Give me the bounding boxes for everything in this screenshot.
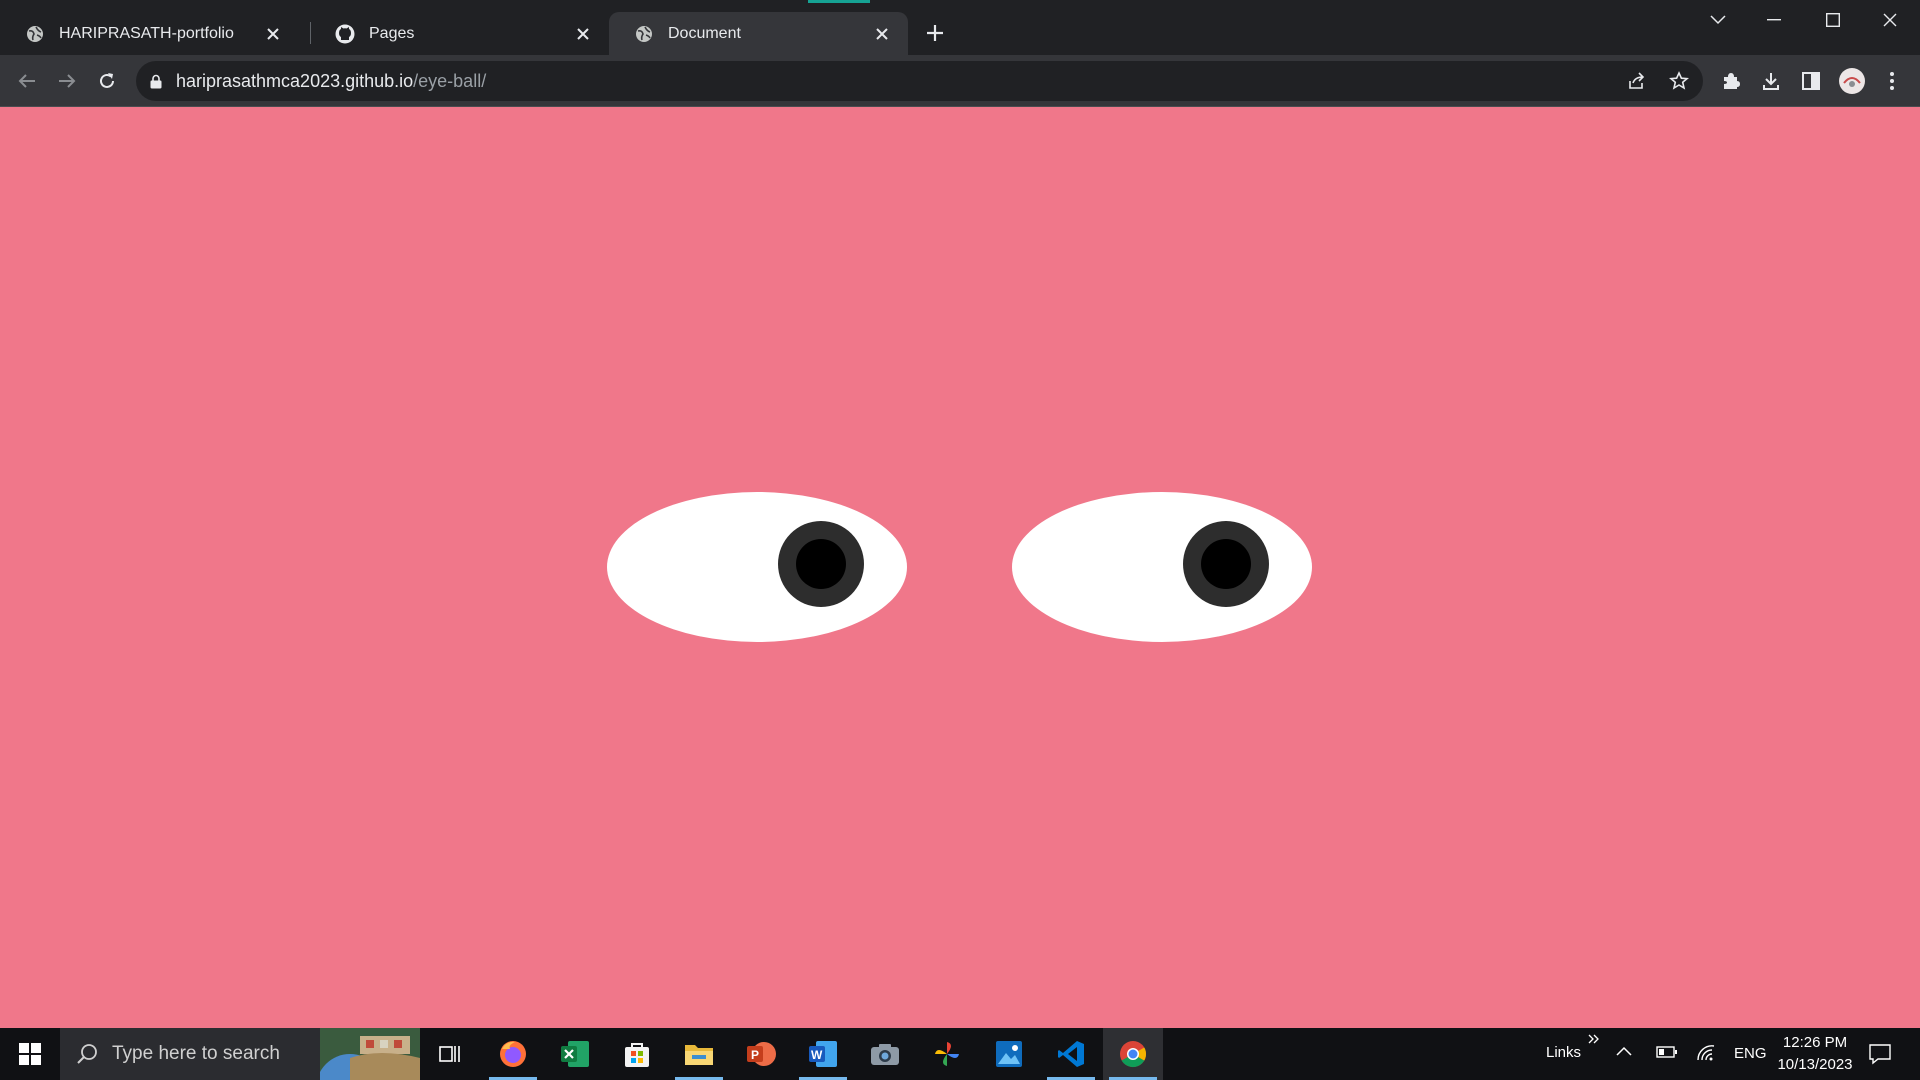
windows-start-icon[interactable]	[0, 1028, 60, 1080]
new-tab-button[interactable]	[920, 18, 950, 48]
extensions-icon[interactable]	[1714, 64, 1748, 98]
back-icon[interactable]	[10, 64, 44, 98]
right-pupil	[1201, 539, 1251, 589]
left-pupil	[796, 539, 846, 589]
powerpoint-icon[interactable]: P	[731, 1028, 791, 1080]
vscode-icon[interactable]	[1041, 1028, 1101, 1080]
lock-icon[interactable]	[150, 74, 162, 89]
show-hidden-icons-chevron-icon[interactable]	[1616, 1046, 1632, 1056]
forward-icon[interactable]	[50, 64, 84, 98]
browser-toolbar: hariprasathmca2023.github.io/eye-ball/	[0, 55, 1920, 106]
search-placeholder: Type here to search	[112, 1043, 280, 1064]
tab-pages[interactable]: Pages	[310, 12, 609, 55]
clock-date[interactable]: 10/13/2023	[1774, 1056, 1856, 1073]
page-viewport	[0, 107, 1920, 1028]
share-icon[interactable]	[1627, 71, 1647, 91]
svg-text:W: W	[811, 1048, 823, 1062]
battery-icon[interactable]	[1656, 1045, 1678, 1059]
links-expand-icon[interactable]	[1588, 1034, 1600, 1044]
right-iris	[1183, 521, 1269, 607]
task-view-icon[interactable]	[420, 1028, 480, 1080]
store-icon[interactable]	[607, 1028, 667, 1080]
address-bar[interactable]: hariprasathmca2023.github.io/eye-ball/	[136, 61, 1703, 101]
close-icon[interactable]	[571, 22, 595, 46]
download-icon[interactable]	[1754, 64, 1788, 98]
profile-avatar[interactable]	[1835, 64, 1869, 98]
links-toolbar-label[interactable]: Links	[1546, 1044, 1581, 1061]
right-eye	[1012, 492, 1312, 642]
menu-kebab-icon[interactable]	[1875, 64, 1909, 98]
tab-search-icon[interactable]	[1690, 0, 1746, 40]
tab-hariprasath-portfolio[interactable]: HARIPRASATH-portfolio	[0, 12, 299, 55]
globe-icon	[25, 24, 45, 44]
search-icon	[76, 1043, 98, 1065]
globe-icon	[634, 24, 654, 44]
wifi-icon[interactable]	[1696, 1044, 1716, 1062]
tab-title: HARIPRASATH-portfolio	[59, 24, 234, 42]
notifications-icon[interactable]	[1868, 1042, 1892, 1066]
chrome-icon[interactable]	[1103, 1028, 1163, 1080]
url-host: hariprasathmca2023.github.io	[176, 70, 414, 91]
tab-title: Pages	[369, 24, 415, 42]
clock-time[interactable]: 12:26 PM	[1782, 1034, 1848, 1051]
windows-taskbar: Type here to search P W Links ENG 12:26 …	[0, 1028, 1920, 1080]
minimize-icon[interactable]	[1746, 0, 1802, 40]
maximize-icon[interactable]	[1805, 0, 1861, 40]
left-iris	[778, 521, 864, 607]
excel-icon[interactable]	[545, 1028, 605, 1080]
bookmark-star-icon[interactable]	[1669, 71, 1689, 91]
language-indicator[interactable]: ENG	[1734, 1045, 1767, 1062]
file-explorer-icon[interactable]	[669, 1028, 729, 1080]
left-eye	[607, 492, 907, 642]
svg-text:P: P	[751, 1048, 759, 1062]
pinwheel-icon[interactable]	[917, 1028, 977, 1080]
close-icon[interactable]	[261, 22, 285, 46]
camera-icon[interactable]	[855, 1028, 915, 1080]
url-path: /eye-ball/	[413, 70, 487, 91]
github-icon	[335, 24, 355, 44]
tab-strip: HARIPRASATH-portfolio Pages Document	[0, 0, 1920, 55]
firefox-icon[interactable]	[483, 1028, 543, 1080]
tab-document[interactable]: Document	[609, 12, 908, 55]
tab-title: Document	[668, 24, 741, 42]
reload-icon[interactable]	[90, 64, 124, 98]
taskbar-search-box[interactable]: Type here to search	[60, 1028, 420, 1080]
word-icon[interactable]: W	[793, 1028, 853, 1080]
close-icon[interactable]	[870, 22, 894, 46]
search-highlight-illustration	[320, 1028, 420, 1080]
window-close-icon[interactable]	[1862, 0, 1918, 40]
side-panel-icon[interactable]	[1794, 64, 1828, 98]
photos-icon[interactable]	[979, 1028, 1039, 1080]
tab-loading-indicator	[808, 0, 870, 3]
